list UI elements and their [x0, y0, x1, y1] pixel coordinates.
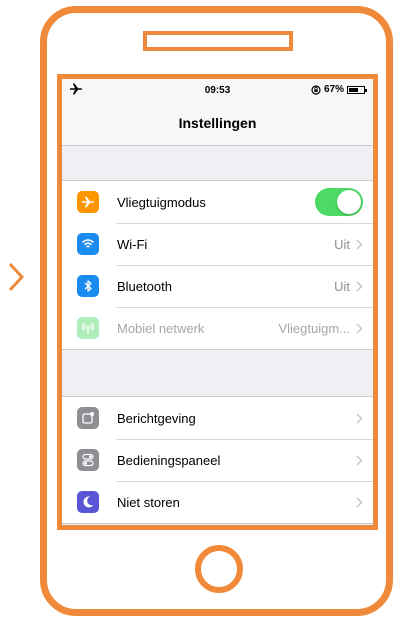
settings-row-airplane-mode[interactable]: Vliegtuigmodus: [62, 181, 373, 223]
cellular-icon: [77, 317, 99, 339]
toggle-knob: [337, 190, 361, 214]
settings-row-label: Bluetooth: [117, 278, 172, 294]
control-center-icon: [77, 449, 99, 471]
nav-bar: Instellingen: [62, 101, 373, 146]
settings-row-value: Uit: [334, 278, 350, 294]
chevron-right-icon: [356, 496, 363, 508]
settings-row-cellular[interactable]: Mobiel netwerk Vliegtuigm...: [62, 307, 373, 349]
battery-percentage: 67%: [323, 84, 344, 95]
settings-row-value: Uit: [334, 236, 350, 252]
settings-row-wifi[interactable]: Wi-Fi Uit: [62, 223, 373, 265]
moon-icon: [77, 491, 99, 513]
status-bar: 09:53 67%: [62, 79, 373, 101]
phone-speaker: [143, 31, 293, 51]
page-title: Instellingen: [178, 115, 257, 131]
home-button[interactable]: [195, 545, 243, 593]
chevron-right-icon: [356, 280, 363, 292]
airplane-icon: [77, 191, 99, 213]
settings-row-label: Bedieningspaneel: [117, 452, 221, 468]
chevron-right-icon: [356, 454, 363, 466]
rotation-lock-icon: [311, 84, 321, 95]
phone-screen: 09:53 67% Instellingen Vliegtuigmodus Wi…: [57, 74, 378, 530]
settings-row-control-center[interactable]: Bedieningspaneel: [62, 439, 373, 481]
chevron-right-icon: [356, 322, 363, 334]
page-next-chevron-icon[interactable]: [7, 262, 25, 292]
settings-row-label: Berichtgeving: [117, 410, 196, 426]
settings-row-label: Niet storen: [117, 494, 180, 510]
settings-row-label: Mobiel netwerk: [117, 320, 205, 336]
battery-fill: [349, 87, 358, 92]
settings-row-value: Vliegtuigm...: [278, 320, 350, 336]
wifi-icon: [77, 233, 99, 255]
settings-row-label: Vliegtuigmodus: [117, 194, 206, 210]
notifications-icon: [77, 407, 99, 429]
settings-group-connectivity: Vliegtuigmodus Wi-Fi Uit Bluetooth Uit M…: [62, 180, 373, 350]
airplane-mode-toggle[interactable]: [315, 188, 363, 216]
battery-icon: [347, 85, 367, 94]
chevron-right-icon: [356, 238, 363, 250]
chevron-right-icon: [356, 412, 363, 424]
settings-group-system: Berichtgeving Bedieningspaneel Niet stor…: [62, 396, 373, 524]
settings-row-label: Wi-Fi: [117, 236, 148, 252]
settings-row-notifications[interactable]: Berichtgeving: [62, 397, 373, 439]
bluetooth-icon: [77, 275, 99, 297]
settings-row-do-not-disturb[interactable]: Niet storen: [62, 481, 373, 523]
settings-row-bluetooth[interactable]: Bluetooth Uit: [62, 265, 373, 307]
